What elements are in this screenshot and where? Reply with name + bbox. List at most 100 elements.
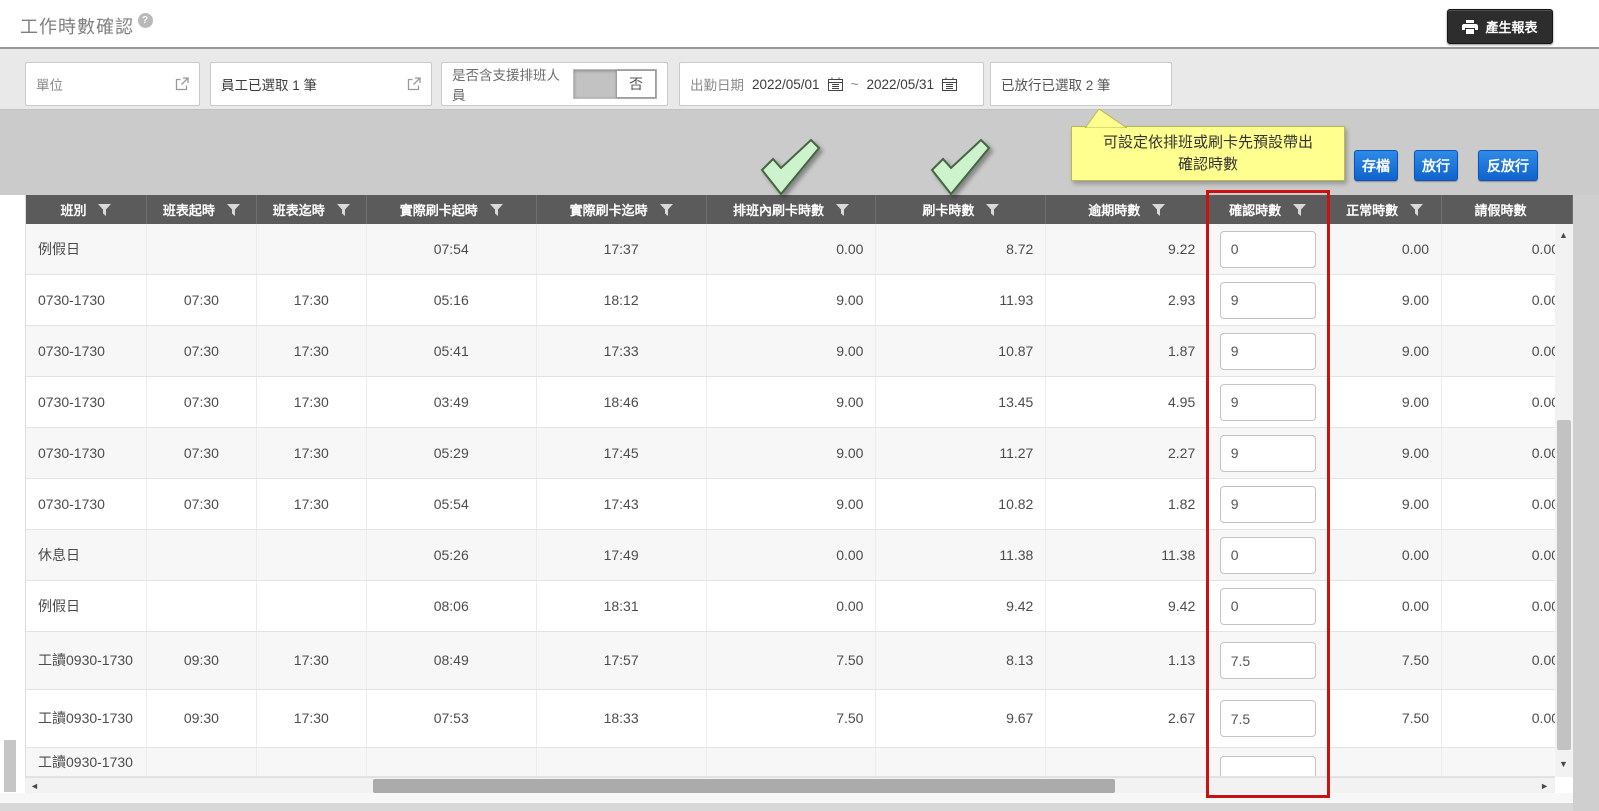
support-toggle-value: 否 (616, 70, 656, 98)
cell-leave-hours: 0.00 (1442, 326, 1573, 377)
external-link-icon[interactable] (407, 77, 421, 91)
released-selected-label: 已放行已選取 2 筆 (1001, 74, 1111, 94)
confirm-column-highlight (1206, 190, 1330, 798)
cell-leave-hours: 0.00 (1442, 275, 1573, 326)
cell-card-hours: 10.87 (876, 326, 1046, 377)
filter-icon[interactable] (660, 204, 673, 216)
cell-overdue-hours: 9.22 (1046, 224, 1208, 275)
confirm-hours-tooltip: 可設定依排班或刷卡先預設帶出 確認時數 (1071, 126, 1345, 181)
table-row: 0730-1730 07:30 17:30 05:41 17:33 9.00 1… (26, 326, 1573, 377)
cell-overdue-hours: 9.42 (1046, 581, 1208, 632)
cell-normal-hours: 9.00 (1328, 479, 1442, 530)
scroll-up-arrow[interactable]: ▲ (1559, 231, 1568, 240)
cell-sched-start: 07:30 (147, 479, 257, 530)
filter-icon[interactable] (490, 204, 503, 216)
column-label: 班別 (60, 200, 86, 219)
external-link-icon[interactable] (175, 77, 189, 91)
page-title-text: 工作時數確認 (20, 17, 134, 37)
unit-picker[interactable]: 單位 (25, 62, 200, 106)
cell-card-hours: 11.27 (876, 428, 1046, 479)
date-to-value[interactable]: 2022/05/31 (866, 77, 934, 92)
unrelease-button[interactable]: 反放行 (1478, 150, 1538, 181)
work-hours-table: 班別 班表起時 班表迄時 實際刷卡起時 實際刷卡迄時 排班內刷卡時數 刷卡時數 … (25, 195, 1573, 777)
filter-icon[interactable] (1152, 204, 1165, 216)
cell-leave-hours: 0.00 (1442, 690, 1573, 748)
cell-actual-start: 08:49 (367, 632, 537, 690)
tooltip-line2: 確認時數 (1072, 154, 1344, 176)
cell-normal-hours: 0.00 (1328, 530, 1442, 581)
support-toggle-label: 是否含支援排班人員 (452, 64, 573, 104)
column-header-card-hours: 刷卡時數 (876, 195, 1046, 224)
calendar-icon[interactable] (942, 77, 957, 91)
release-button[interactable]: 放行 (1414, 150, 1458, 181)
save-button[interactable]: 存檔 (1354, 150, 1398, 181)
cell-normal-hours: 0.00 (1328, 224, 1442, 275)
filter-icon[interactable] (986, 204, 999, 216)
filter-icon[interactable] (98, 204, 111, 216)
scroll-down-arrow[interactable]: ▼ (1559, 760, 1568, 769)
filter-icon[interactable] (1410, 204, 1423, 216)
help-icon[interactable]: ? (138, 13, 153, 28)
filter-icon[interactable] (836, 204, 849, 216)
cell-shift: 休息日 (26, 530, 147, 581)
right-gutter (1573, 195, 1599, 811)
cell-shift: 0730-1730 (26, 326, 147, 377)
cell-sched-end: 17:30 (257, 632, 367, 690)
cell-overdue-hours (1046, 748, 1208, 777)
date-range-separator: ~ (851, 77, 859, 92)
column-header-actual-end: 實際刷卡迄時 (537, 195, 707, 224)
cell-leave-hours (1442, 748, 1573, 777)
date-from-value[interactable]: 2022/05/01 (752, 77, 820, 92)
cell-actual-end: 17:57 (537, 632, 707, 690)
column-label: 請假時數 (1475, 200, 1527, 219)
vertical-scrollbar[interactable]: ▲ ▼ (1555, 224, 1573, 777)
cell-sched-start (147, 581, 257, 632)
generate-report-button[interactable]: 產生報表 (1447, 9, 1553, 44)
table-row: 0730-1730 07:30 17:30 05:29 17:45 9.00 1… (26, 428, 1573, 479)
cell-in-shift-hours: 9.00 (707, 275, 877, 326)
cell-actual-end: 17:33 (537, 326, 707, 377)
employee-selected-label: 員工已選取 1 筆 (221, 74, 317, 94)
scroll-right-arrow[interactable]: ► (1540, 782, 1549, 791)
bottom-edge (0, 803, 1599, 811)
cell-overdue-hours: 1.87 (1046, 326, 1208, 377)
tooltip-tail (1085, 109, 1127, 128)
cell-sched-start: 07:30 (147, 428, 257, 479)
cell-sched-start: 07:30 (147, 326, 257, 377)
vertical-scrollbar-thumb[interactable] (1557, 420, 1571, 750)
filter-icon[interactable] (337, 204, 350, 216)
table-row: 0730-1730 07:30 17:30 05:54 17:43 9.00 1… (26, 479, 1573, 530)
cell-actual-start: 08:06 (367, 581, 537, 632)
table-row: 工讀0930-1730 09:30 17:30 08:49 17:57 7.50… (26, 632, 1573, 690)
support-toggle[interactable]: 否 (573, 69, 657, 99)
cell-overdue-hours: 2.27 (1046, 428, 1208, 479)
column-header-actual-start: 實際刷卡起時 (367, 195, 537, 224)
cell-actual-start: 05:41 (367, 326, 537, 377)
cell-in-shift-hours: 0.00 (707, 224, 877, 275)
column-header-overdue-hours: 逾期時數 (1046, 195, 1208, 224)
scroll-left-arrow[interactable]: ◄ (30, 782, 39, 791)
support-staff-filter: 是否含支援排班人員 否 (441, 62, 668, 106)
column-label: 實際刷卡起時 (400, 200, 478, 219)
cell-sched-start: 07:30 (147, 377, 257, 428)
horizontal-scrollbar-thumb[interactable] (373, 779, 1115, 793)
calendar-icon[interactable] (828, 77, 843, 91)
cell-sched-end: 17:30 (257, 326, 367, 377)
cell-actual-end: 18:31 (537, 581, 707, 632)
cell-shift: 0730-1730 (26, 428, 147, 479)
cell-sched-end (257, 530, 367, 581)
cell-in-shift-hours: 0.00 (707, 530, 877, 581)
cell-card-hours: 11.38 (876, 530, 1046, 581)
filter-icon[interactable] (227, 204, 240, 216)
released-status-picker[interactable]: 已放行已選取 2 筆 (990, 62, 1172, 106)
cell-actual-start: 07:53 (367, 690, 537, 748)
cell-shift: 0730-1730 (26, 275, 147, 326)
cell-actual-end (537, 748, 707, 777)
bottom-strip (0, 793, 1599, 803)
cell-card-hours: 9.67 (876, 690, 1046, 748)
cell-overdue-hours: 1.82 (1046, 479, 1208, 530)
column-header-sched-start: 班表起時 (147, 195, 257, 224)
table-row: 0730-1730 07:30 17:30 03:49 18:46 9.00 1… (26, 377, 1573, 428)
checkmark-icon (922, 136, 994, 198)
employee-picker[interactable]: 員工已選取 1 筆 (210, 62, 432, 106)
